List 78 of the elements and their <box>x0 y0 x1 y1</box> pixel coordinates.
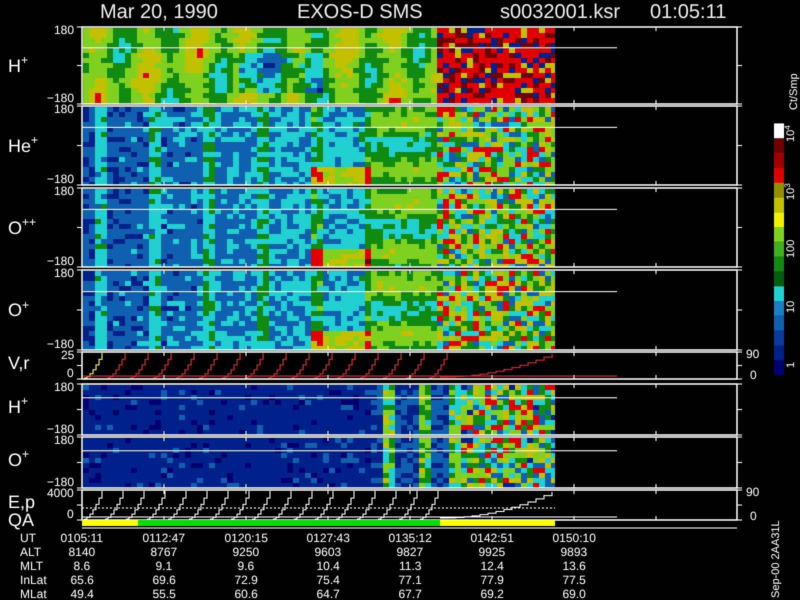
footer-code: Sep-00 2AA31L <box>771 520 782 598</box>
table-cell: 69.6 <box>152 574 176 586</box>
axis-tick-label: −180 <box>47 92 74 104</box>
table-cell: 77.1 <box>398 574 422 586</box>
table-cell: 77.5 <box>562 574 586 586</box>
row-label: UT <box>20 532 36 544</box>
start-time: 01:05:11 <box>650 2 726 22</box>
row-label: MLT <box>20 560 44 572</box>
table-cell: 8140 <box>68 546 96 558</box>
table-cell: 11.3 <box>399 560 422 572</box>
channel-label: H$^{+}$ <box>8 56 28 74</box>
axis-tick-label: 90 <box>746 486 760 498</box>
quality-label: QA <box>8 511 34 529</box>
axis-tick-label: −180 <box>47 476 74 488</box>
channel-label: E,p <box>8 493 36 511</box>
color-scale-title: Ct/Smp <box>789 73 800 110</box>
row-label: InLat <box>20 574 47 586</box>
axis-tick-label: −180 <box>47 173 74 185</box>
channel-label: O$^{+}$ <box>8 450 30 468</box>
channel-label: He$^{+}$ <box>8 136 38 154</box>
table-cell: 75.4 <box>316 574 340 586</box>
table-cell: 0142:51 <box>470 532 514 544</box>
instrument-title: EXOS-D SMS <box>297 2 423 22</box>
table-cell: 9827 <box>396 546 424 558</box>
table-cell: 77.9 <box>480 574 504 586</box>
axis-tick-label: 0 <box>750 369 757 381</box>
axis-tick-label: 0 <box>750 510 757 522</box>
color-scale-tick: 1 <box>786 362 797 368</box>
axis-tick-label: 180 <box>54 185 74 197</box>
channel-label: O$^{++}$ <box>8 218 36 236</box>
table-cell: 9250 <box>232 546 260 558</box>
axis-tick-label: −180 <box>47 423 74 435</box>
axis-tick-label: 180 <box>54 267 74 279</box>
table-cell: 8767 <box>150 546 178 558</box>
table-cell: 9.6 <box>238 560 254 572</box>
table-cell: 65.6 <box>70 574 94 586</box>
table-cell: 55.5 <box>152 588 176 600</box>
table-cell: 9893 <box>560 546 588 558</box>
axis-tick-label: 180 <box>54 103 74 115</box>
channel-label: V,r <box>8 354 30 372</box>
table-cell: 9603 <box>314 546 342 558</box>
table-cell: 12.4 <box>480 560 504 572</box>
table-cell: 0105:11 <box>60 532 103 544</box>
plot-date: Mar 20, 1990 <box>100 2 218 22</box>
table-cell: 10.4 <box>316 560 340 572</box>
table-cell: 0112:47 <box>142 532 185 544</box>
table-cell: 67.7 <box>398 588 422 600</box>
table-cell: 0150:10 <box>552 532 596 544</box>
table-cell: 49.4 <box>70 588 94 600</box>
color-scale-tick: 10 <box>786 300 797 313</box>
color-scale-tick: 100 <box>786 240 797 258</box>
axis-tick-label: 0 <box>67 508 74 520</box>
table-cell: 13.6 <box>562 560 586 572</box>
table-cell: 0135:12 <box>388 532 432 544</box>
axis-tick-label: 90 <box>746 348 760 360</box>
axis-tick-label: 180 <box>54 24 74 36</box>
table-cell: 0120:15 <box>224 532 268 544</box>
table-cell: 69.0 <box>562 588 586 600</box>
axis-tick-label: −180 <box>47 338 74 350</box>
row-label: ALT <box>20 546 42 558</box>
axis-tick-label: 4000 <box>47 487 74 499</box>
axis-tick-label: −180 <box>47 255 74 267</box>
table-cell: 60.6 <box>234 588 258 600</box>
table-cell: 0127:43 <box>306 532 350 544</box>
table-cell: 64.7 <box>316 588 340 600</box>
table-cell: 72.9 <box>234 574 258 586</box>
axis-tick-label: 180 <box>54 381 74 393</box>
file-name: s0032001.ksr <box>500 2 620 22</box>
axis-tick-label: 0 <box>67 367 74 379</box>
row-label: MLat <box>20 588 47 600</box>
table-cell: 9925 <box>478 546 506 558</box>
table-cell: 8.6 <box>74 560 90 572</box>
axis-tick-label: 25 <box>61 349 74 361</box>
table-cell: 69.2 <box>480 588 504 600</box>
table-cell: 9.1 <box>156 560 172 572</box>
axis-tick-label: 180 <box>54 434 74 446</box>
channel-label: H$^{+}$ <box>8 398 28 416</box>
channel-label: O$^{+}$ <box>8 301 30 319</box>
